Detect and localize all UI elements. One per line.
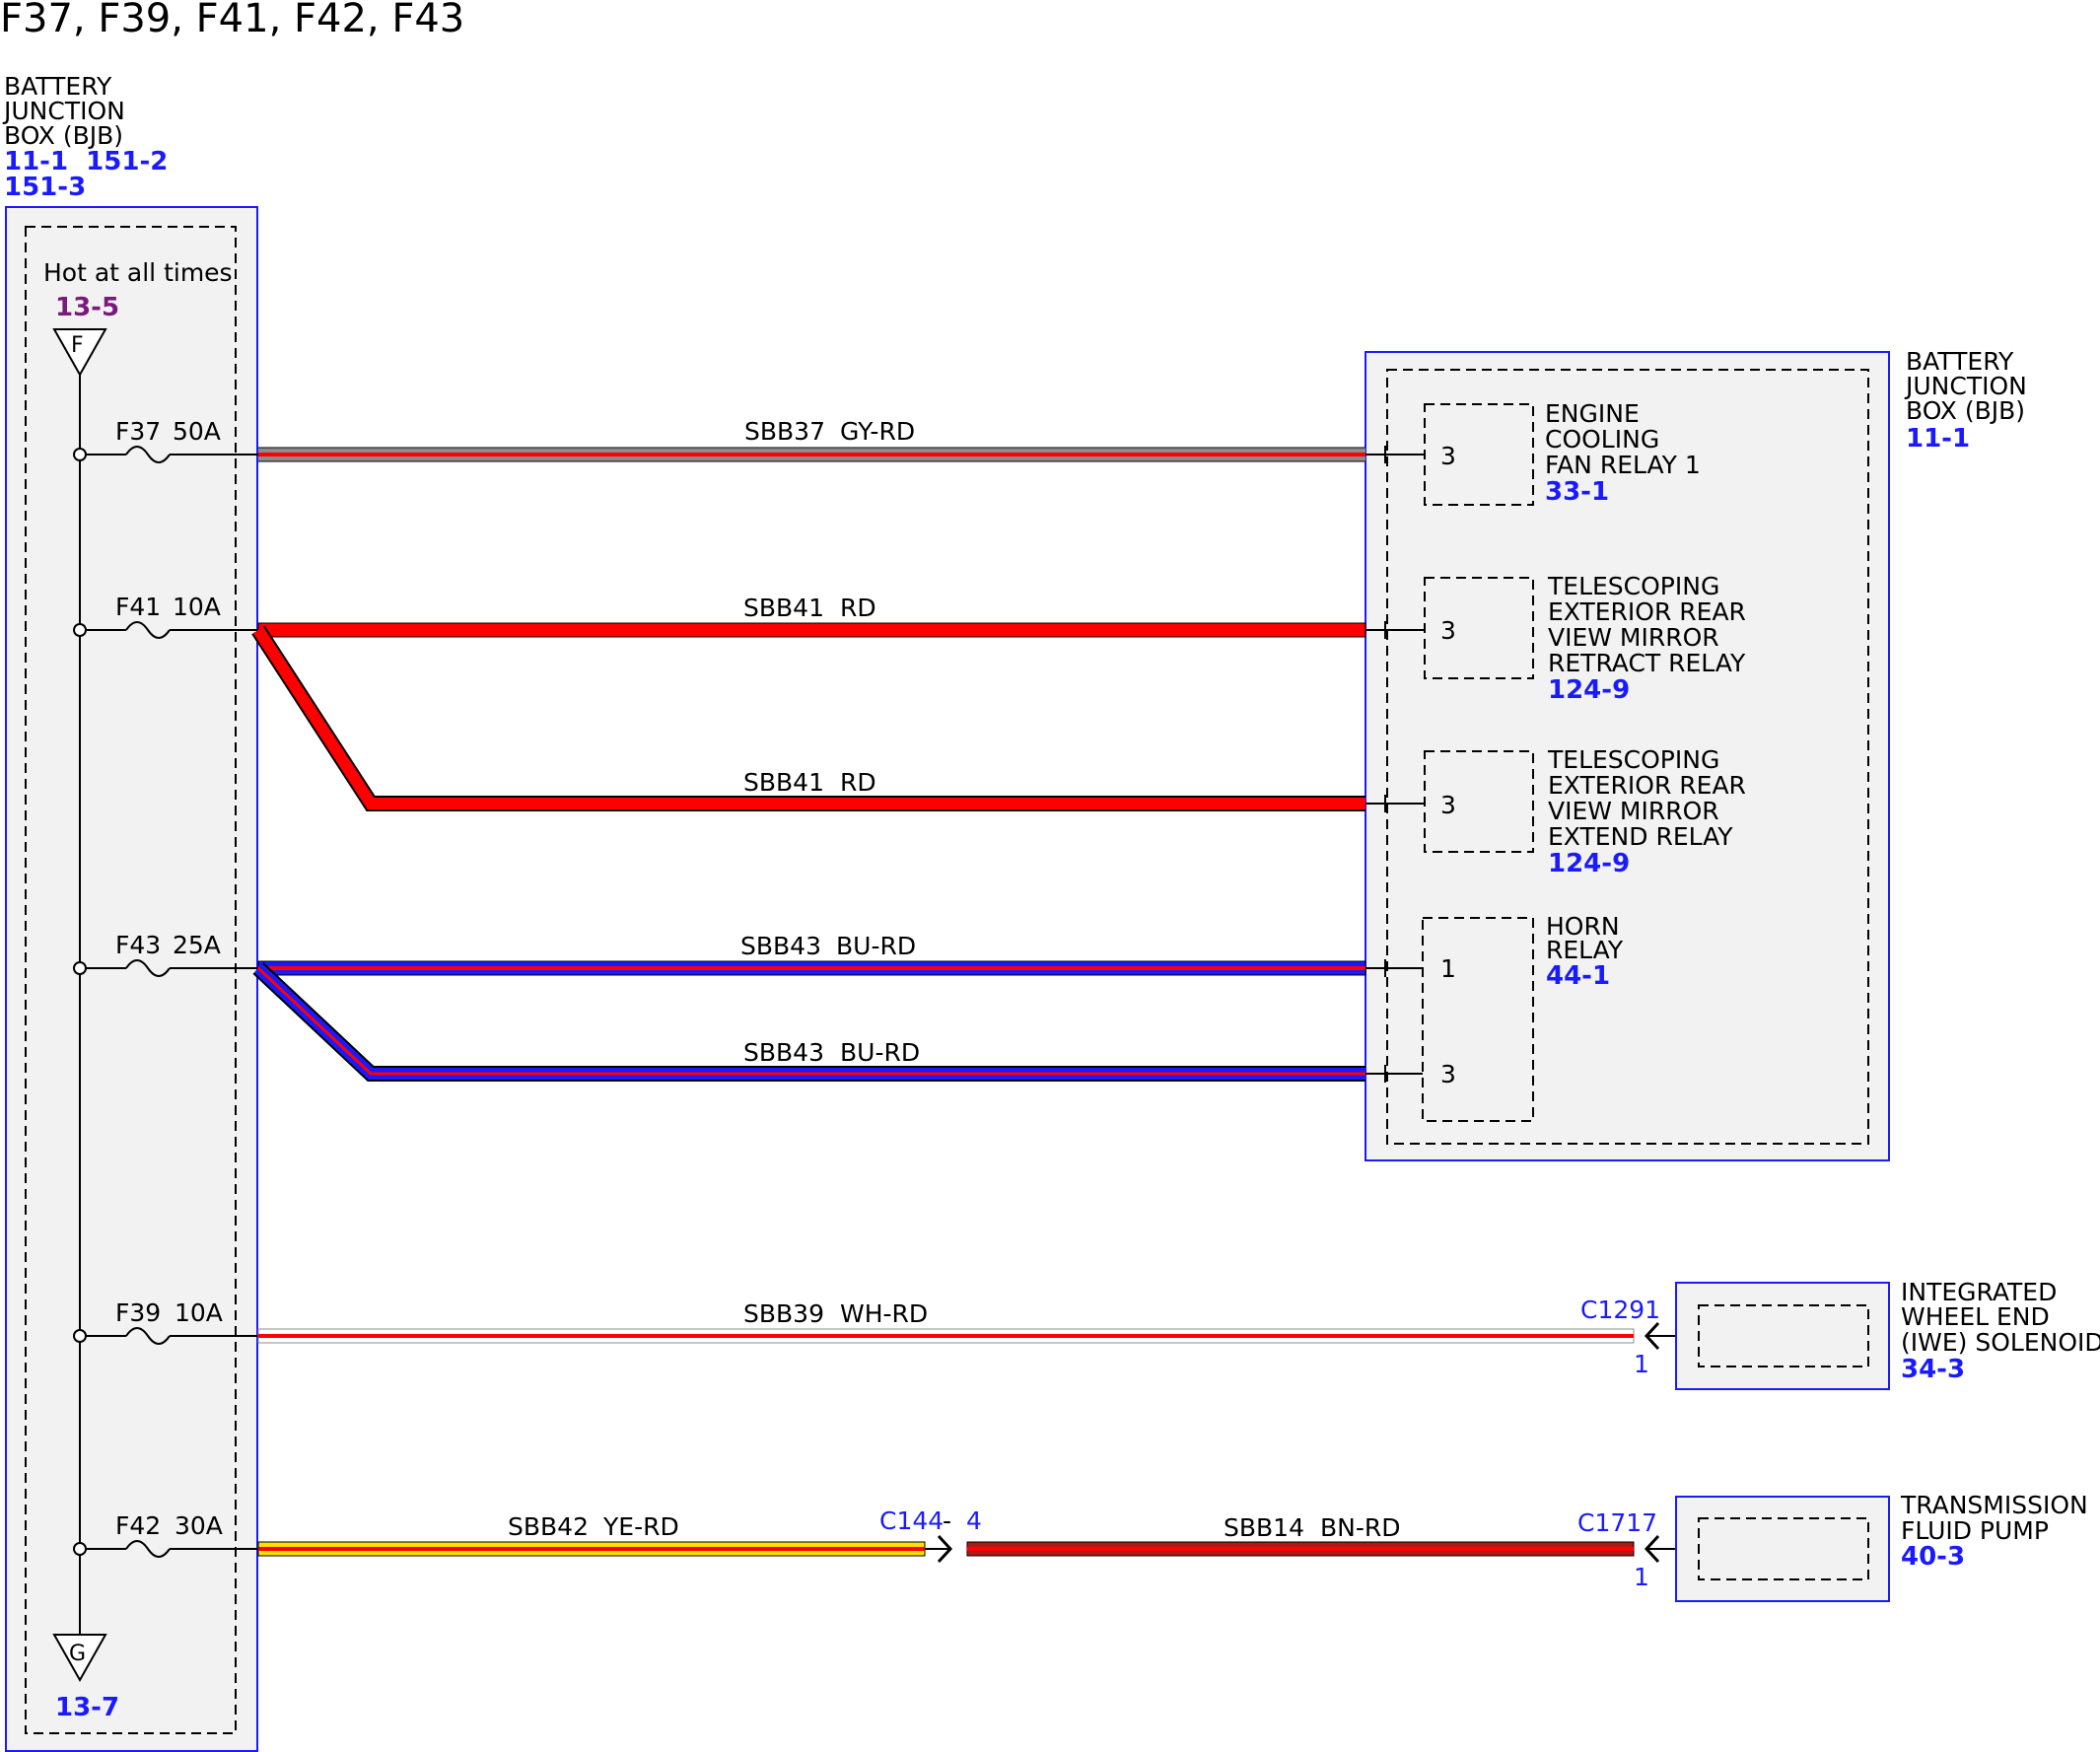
- wire-sbb39-color: WH-RD: [840, 1299, 928, 1328]
- wire-sbb39[interactable]: [257, 1328, 1635, 1344]
- ground-ref[interactable]: 13-7: [55, 1693, 119, 1722]
- c1717-pin: 1: [1634, 1563, 1649, 1591]
- wire-sbb43-upper[interactable]: [257, 960, 1366, 976]
- relay-4-label-2: RELAY: [1546, 936, 1624, 964]
- fuse-f41-amps: 10A: [173, 593, 221, 621]
- c144-label[interactable]: C144: [879, 1507, 944, 1535]
- ground-letter: G: [69, 1642, 86, 1666]
- fuse-f39-amps: 10A: [175, 1298, 223, 1327]
- relay-3-label-2: EXTERIOR REAR: [1548, 771, 1746, 800]
- relay-1-label-2: COOLING: [1545, 425, 1659, 454]
- wire-sbb37[interactable]: [258, 447, 1365, 462]
- transmission-fluid-pump-box: [1675, 1496, 1890, 1602]
- wire-sbb42-circuit: SBB42: [508, 1512, 589, 1541]
- wiring-diagram: F37, F39, F41, F42, F43 BATTERY JUNCTION…: [0, 0, 2100, 1752]
- wire-sbb14-color: BN-RD: [1320, 1513, 1401, 1542]
- bjb-right-label-3: BOX (BJB): [1906, 396, 2025, 425]
- hot-ref[interactable]: 13-5: [55, 293, 119, 322]
- c1717-label[interactable]: C1717: [1577, 1508, 1657, 1537]
- wire-sbb43-upper-color: BU-RD: [836, 932, 916, 960]
- wire-sbb41-upper-circuit: SBB41: [743, 594, 824, 622]
- wire-sbb42[interactable]: [257, 1541, 926, 1557]
- bjb-left-ref-2[interactable]: 151-3: [4, 173, 86, 202]
- relay-3-ref[interactable]: 124-9: [1548, 849, 1630, 878]
- fuse-f37-name: F37: [115, 417, 161, 446]
- c1291-pin: 1: [1634, 1350, 1649, 1378]
- wire-sbb41-lower-circuit: SBB41: [743, 768, 824, 797]
- c144-dash: -: [943, 1507, 951, 1535]
- relay-3-pin: 3: [1440, 791, 1456, 819]
- hot-at-all-times-label: Hot at all times: [43, 258, 233, 287]
- fuse-f41-name: F41: [115, 593, 161, 621]
- relay-2-label-1: TELESCOPING: [1547, 572, 1719, 600]
- c144-pin: 4: [966, 1507, 982, 1535]
- relay-3-label-4: EXTEND RELAY: [1548, 822, 1733, 851]
- relay-3-label-1: TELESCOPING: [1547, 745, 1719, 774]
- relay-2-label-3: VIEW MIRROR: [1548, 623, 1719, 652]
- power-source-letter: F: [71, 333, 84, 358]
- wire-sbb39-circuit: SBB39: [743, 1299, 824, 1328]
- fuse-f43-amps: 25A: [173, 931, 221, 959]
- wire-sbb41-lower-color: RD: [840, 768, 876, 797]
- iwe-ref[interactable]: 34-3: [1901, 1355, 1965, 1384]
- relay-1-pin: 3: [1440, 442, 1456, 470]
- wire-sbb37-circuit: SBB37: [744, 417, 825, 446]
- pump-label-1: TRANSMISSION: [1900, 1491, 2088, 1519]
- iwe-solenoid-box: [1675, 1282, 1890, 1390]
- fuse-f39-name: F39: [115, 1298, 161, 1327]
- fuse-f42-amps: 30A: [175, 1511, 223, 1540]
- relay-3-label-3: VIEW MIRROR: [1548, 797, 1719, 825]
- wire-sbb41-upper[interactable]: [257, 622, 1366, 638]
- wire-sbb14-circuit: SBB14: [1224, 1513, 1304, 1542]
- wire-sbb14[interactable]: [966, 1541, 1635, 1557]
- wire-sbb43-lower-circuit: SBB43: [743, 1038, 824, 1067]
- relay-4-pin-2: 3: [1440, 1060, 1456, 1088]
- iwe-label-2: WHEEL END: [1901, 1302, 2050, 1331]
- relay-2-pin: 3: [1440, 616, 1456, 645]
- fuse-f37-amps: 50A: [173, 417, 221, 446]
- wire-sbb43-upper-circuit: SBB43: [740, 932, 821, 960]
- pump-ref[interactable]: 40-3: [1901, 1542, 1965, 1572]
- wire-sbb41-upper-color: RD: [840, 594, 876, 622]
- bjb-left-label-3: BOX (BJB): [4, 121, 123, 150]
- wire-sbb43-lower-color: BU-RD: [840, 1038, 920, 1067]
- pump-label-2: FLUID PUMP: [1901, 1516, 2049, 1545]
- wire-sbb37-color: GY-RD: [840, 417, 915, 446]
- relay-2-label-4: RETRACT RELAY: [1548, 649, 1746, 677]
- relay-1-ref[interactable]: 33-1: [1545, 477, 1609, 507]
- fuse-f42-name: F42: [115, 1511, 161, 1540]
- bjb-right-ref[interactable]: 11-1: [1906, 424, 1970, 454]
- relay-4-ref[interactable]: 44-1: [1546, 961, 1610, 991]
- relay-4-pin-1: 1: [1440, 954, 1456, 983]
- iwe-label-3: (IWE) SOLENOID: [1901, 1328, 2100, 1357]
- relay-2-label-2: EXTERIOR REAR: [1548, 597, 1746, 626]
- wire-sbb42-color: YE-RD: [602, 1512, 679, 1541]
- page-title: F37, F39, F41, F42, F43: [0, 0, 464, 41]
- relay-1-label-3: FAN RELAY 1: [1545, 451, 1701, 479]
- relay-1-label-1: ENGINE: [1545, 399, 1640, 428]
- c1291-label[interactable]: C1291: [1580, 1296, 1660, 1324]
- fuse-f43-name: F43: [115, 931, 161, 959]
- relay-2-ref[interactable]: 124-9: [1548, 675, 1630, 705]
